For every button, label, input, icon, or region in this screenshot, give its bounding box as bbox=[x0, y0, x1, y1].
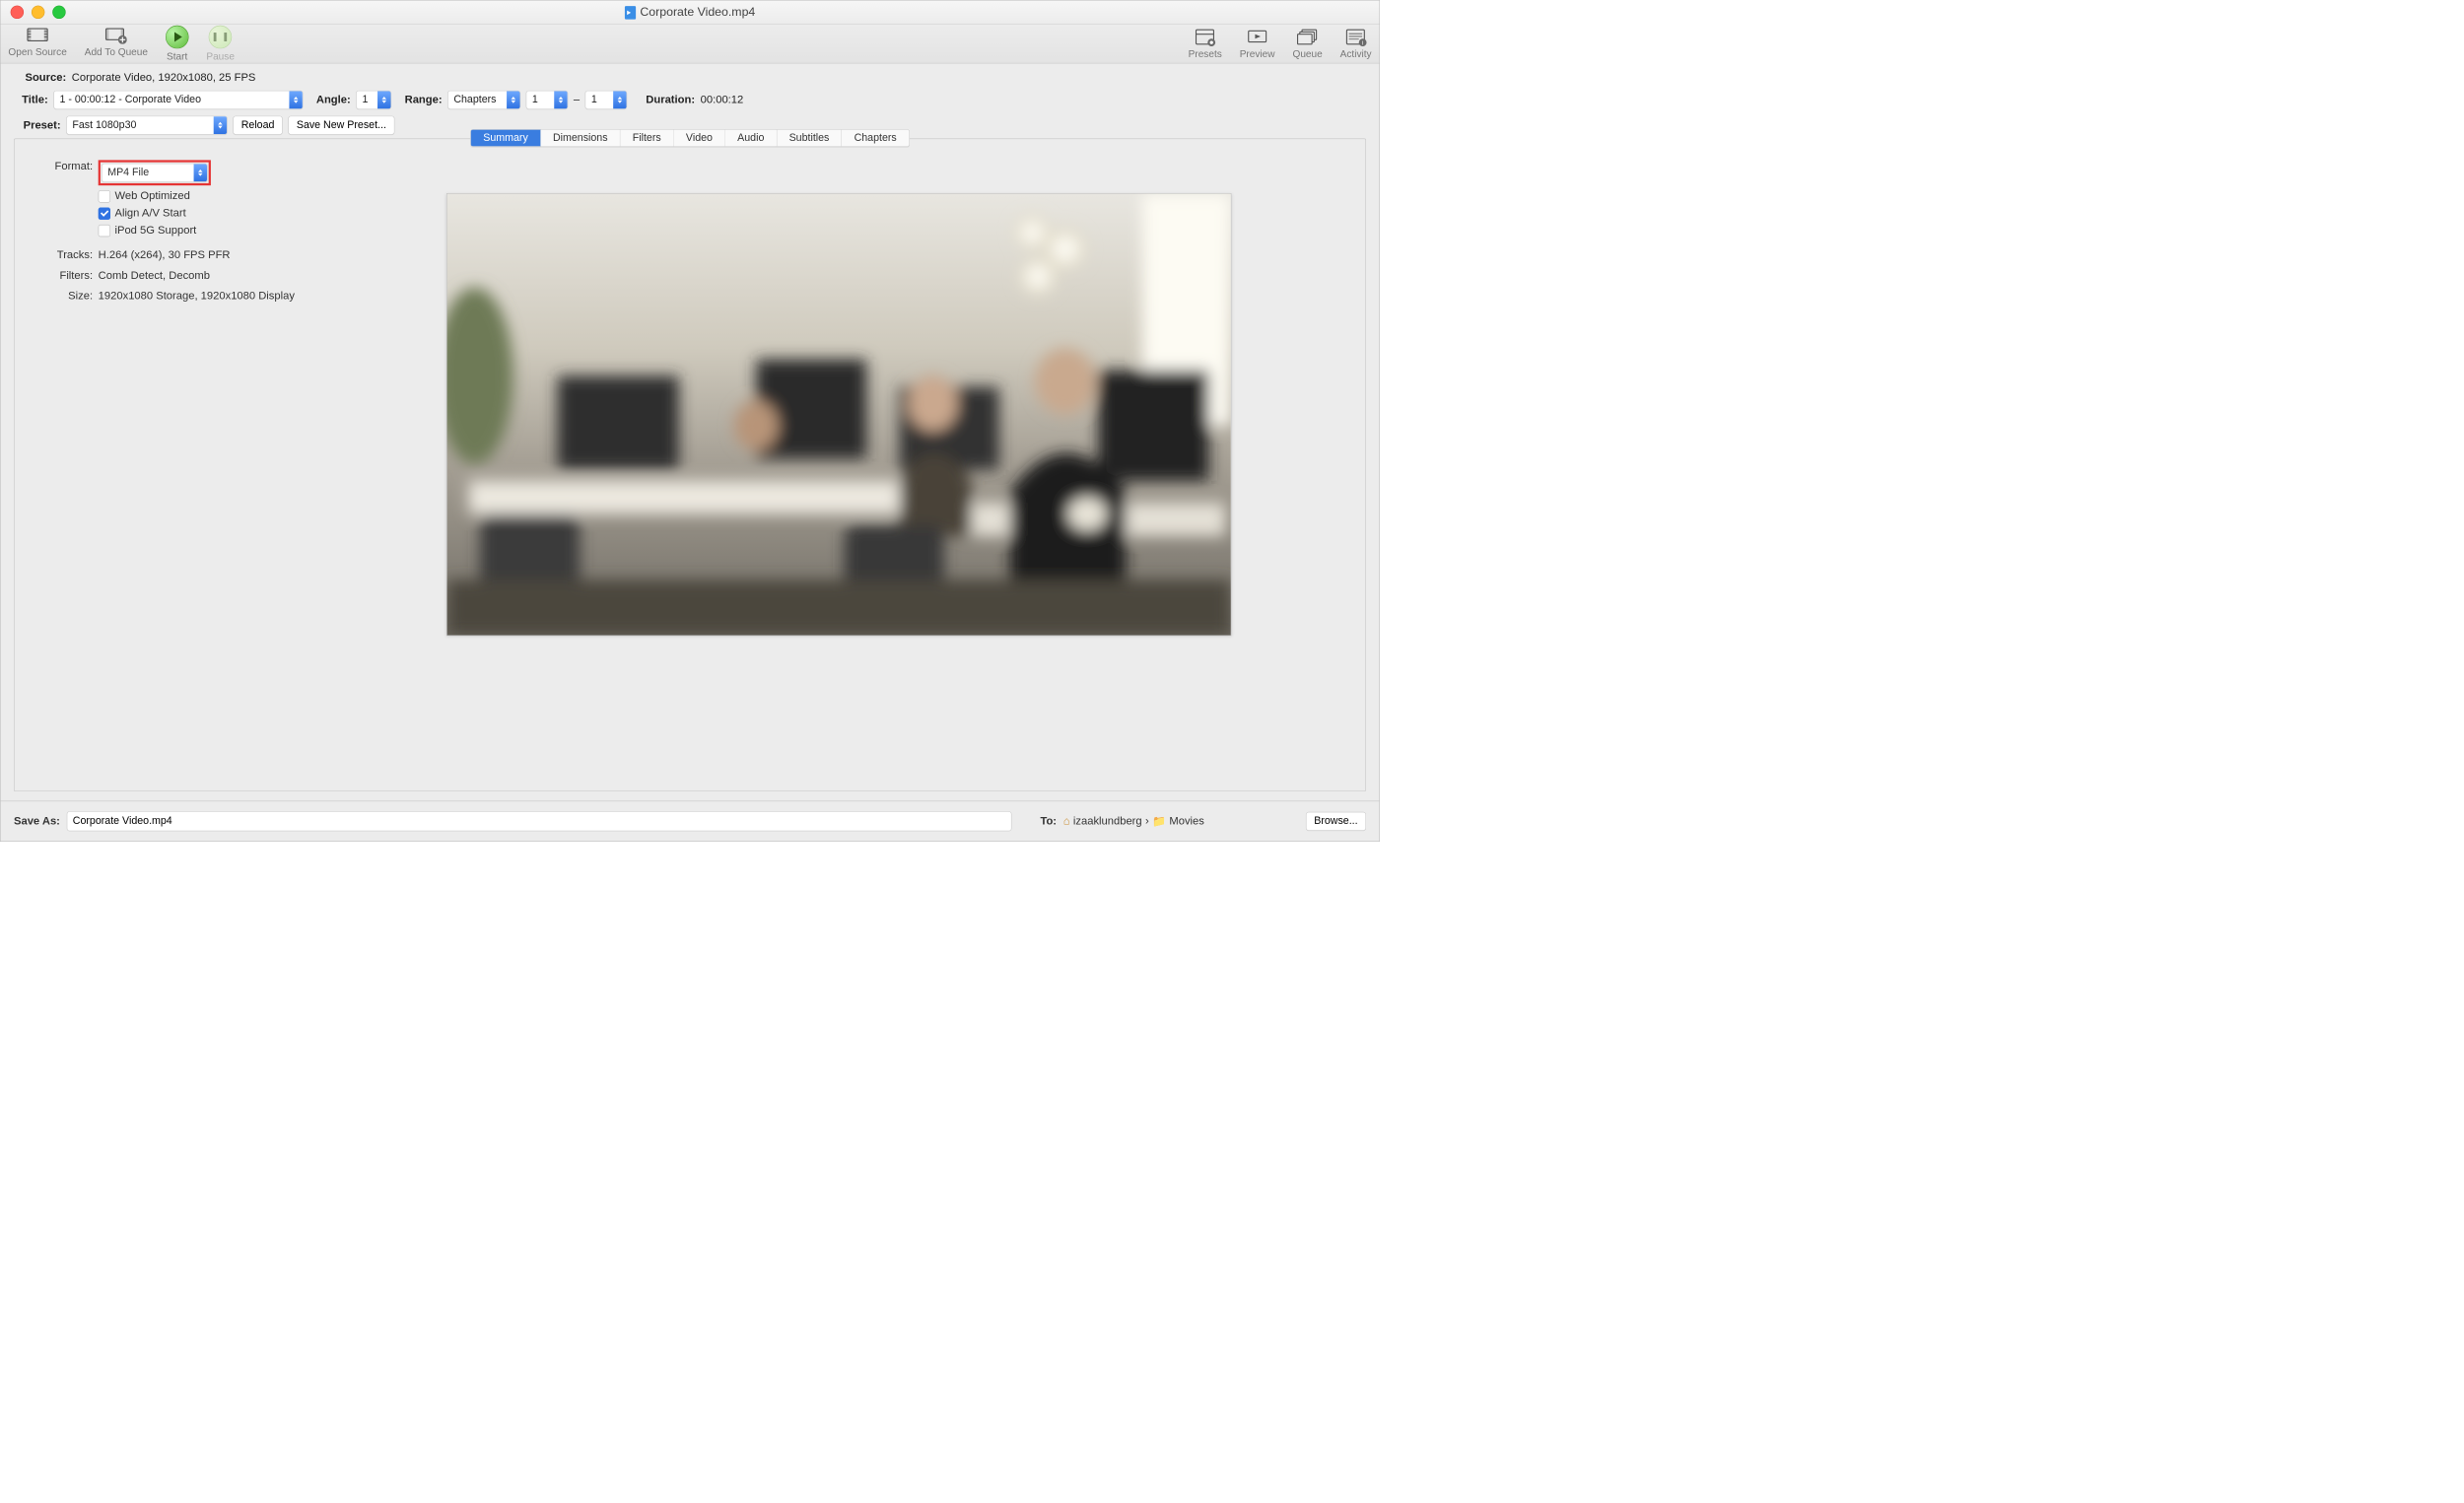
range-separator: – bbox=[574, 94, 580, 106]
checkbox-icon bbox=[99, 190, 110, 202]
queue-label: Queue bbox=[1292, 48, 1322, 60]
destination-path[interactable]: ⌂ izaaklundberg › 📁 Movies bbox=[1063, 814, 1204, 828]
range-from-value: 1 bbox=[526, 94, 554, 105]
web-optimized-label: Web Optimized bbox=[114, 190, 189, 203]
ipod-label: iPod 5G Support bbox=[114, 224, 196, 237]
range-to-value: 1 bbox=[585, 94, 613, 105]
presets-icon bbox=[1194, 28, 1215, 46]
checkbox-icon bbox=[99, 225, 110, 237]
activity-label: Activity bbox=[1340, 48, 1372, 60]
add-to-queue-button[interactable]: Add To Queue bbox=[85, 25, 148, 62]
web-optimized-checkbox[interactable]: Web Optimized bbox=[99, 190, 320, 203]
select-arrows-icon bbox=[613, 91, 626, 108]
preview-label: Preview bbox=[1240, 48, 1275, 60]
range-to-select[interactable]: 1 bbox=[585, 91, 628, 109]
size-value: 1920x1080 Storage, 1920x1080 Display bbox=[99, 290, 320, 303]
tab-dimensions[interactable]: Dimensions bbox=[541, 130, 621, 147]
ipod-checkbox[interactable]: iPod 5G Support bbox=[99, 224, 320, 237]
tab-bar: Summary Dimensions Filters Video Audio S… bbox=[15, 129, 1366, 147]
content-panel: Summary Dimensions Filters Video Audio S… bbox=[14, 139, 1366, 791]
format-value: MP4 File bbox=[103, 167, 194, 178]
window-title-text: Corporate Video.mp4 bbox=[640, 5, 755, 19]
duration-label: Duration: bbox=[646, 94, 695, 106]
summary-filters-value: Comb Detect, Decomb bbox=[99, 269, 320, 282]
select-arrows-icon bbox=[194, 164, 207, 181]
pause-label: Pause bbox=[206, 50, 235, 62]
checkbox-checked-icon bbox=[99, 207, 110, 219]
start-icon bbox=[166, 25, 189, 48]
activity-icon: i bbox=[1344, 28, 1366, 46]
bottom-bar: Save As: To: ⌂ izaaklundberg › 📁 Movies … bbox=[1, 801, 1380, 842]
select-arrows-icon bbox=[289, 91, 302, 108]
align-av-label: Align A/V Start bbox=[114, 207, 185, 220]
source-label: Source: bbox=[14, 71, 66, 84]
duration-value: 00:00:12 bbox=[701, 94, 744, 106]
title-select[interactable]: 1 - 00:00:12 - Corporate Video bbox=[53, 91, 303, 109]
minimize-window-button[interactable] bbox=[32, 6, 44, 19]
range-type-select[interactable]: Chapters bbox=[447, 91, 520, 109]
tracks-value: H.264 (x264), 30 FPS PFR bbox=[99, 249, 320, 262]
add-to-queue-label: Add To Queue bbox=[85, 46, 148, 58]
close-window-button[interactable] bbox=[11, 6, 24, 19]
select-arrows-icon bbox=[507, 91, 519, 108]
start-label: Start bbox=[167, 50, 187, 62]
document-icon bbox=[625, 6, 636, 19]
pause-button[interactable]: Pause bbox=[206, 25, 235, 62]
queue-button[interactable]: Queue bbox=[1292, 28, 1322, 60]
folder-icon: 📁 bbox=[1152, 814, 1166, 828]
range-label: Range: bbox=[405, 94, 443, 106]
angle-value: 1 bbox=[357, 94, 377, 105]
start-button[interactable]: Start bbox=[166, 25, 189, 62]
open-source-button[interactable]: Open Source bbox=[8, 25, 66, 62]
size-label: Size: bbox=[34, 290, 93, 303]
format-label: Format: bbox=[34, 160, 93, 172]
title-select-value: 1 - 00:00:12 - Corporate Video bbox=[54, 94, 290, 105]
path-user: izaaklundberg bbox=[1073, 815, 1142, 828]
preview-button[interactable]: Preview bbox=[1240, 28, 1275, 60]
format-select[interactable]: MP4 File bbox=[102, 164, 208, 182]
add-to-queue-icon bbox=[105, 25, 127, 43]
to-label: To: bbox=[1040, 815, 1057, 828]
window-title: Corporate Video.mp4 bbox=[1, 5, 1380, 20]
select-arrows-icon bbox=[377, 91, 390, 108]
browse-button[interactable]: Browse... bbox=[1306, 812, 1366, 831]
angle-label: Angle: bbox=[316, 94, 351, 106]
tab-audio[interactable]: Audio bbox=[725, 130, 777, 147]
summary-filters-label: Filters: bbox=[34, 269, 93, 282]
tracks-label: Tracks: bbox=[34, 249, 93, 262]
toolbar: Open Source Add To Queue Start Pause bbox=[1, 25, 1380, 64]
path-separator: › bbox=[1145, 815, 1149, 828]
video-preview-image bbox=[446, 193, 1231, 636]
activity-button[interactable]: i Activity bbox=[1340, 28, 1372, 60]
svg-text:i: i bbox=[1362, 39, 1363, 46]
select-arrows-icon bbox=[554, 91, 567, 108]
tab-video[interactable]: Video bbox=[674, 130, 725, 147]
save-as-input[interactable] bbox=[67, 811, 1012, 831]
tab-filters[interactable]: Filters bbox=[620, 130, 673, 147]
window-controls bbox=[11, 6, 66, 19]
presets-label: Presets bbox=[1189, 48, 1222, 60]
tab-chapters[interactable]: Chapters bbox=[842, 130, 909, 147]
preview-icon bbox=[1246, 28, 1267, 46]
save-as-label: Save As: bbox=[14, 815, 60, 828]
align-av-checkbox[interactable]: Align A/V Start bbox=[99, 207, 320, 220]
angle-select[interactable]: 1 bbox=[356, 91, 391, 109]
format-highlight: MP4 File bbox=[99, 160, 211, 185]
range-type-value: Chapters bbox=[448, 94, 507, 105]
pause-icon bbox=[209, 25, 233, 48]
home-icon: ⌂ bbox=[1063, 815, 1070, 828]
open-source-icon bbox=[27, 25, 48, 43]
presets-button[interactable]: Presets bbox=[1189, 28, 1222, 60]
title-bar: Corporate Video.mp4 bbox=[1, 1, 1380, 25]
title-label: Title: bbox=[14, 94, 48, 106]
tab-subtitles[interactable]: Subtitles bbox=[777, 130, 842, 147]
path-folder-name: Movies bbox=[1169, 815, 1203, 828]
queue-icon bbox=[1296, 28, 1318, 46]
range-from-select[interactable]: 1 bbox=[526, 91, 569, 109]
tab-summary[interactable]: Summary bbox=[471, 130, 541, 147]
source-value: Corporate Video, 1920x1080, 25 FPS bbox=[72, 71, 256, 84]
zoom-window-button[interactable] bbox=[52, 6, 65, 19]
open-source-label: Open Source bbox=[8, 46, 66, 58]
